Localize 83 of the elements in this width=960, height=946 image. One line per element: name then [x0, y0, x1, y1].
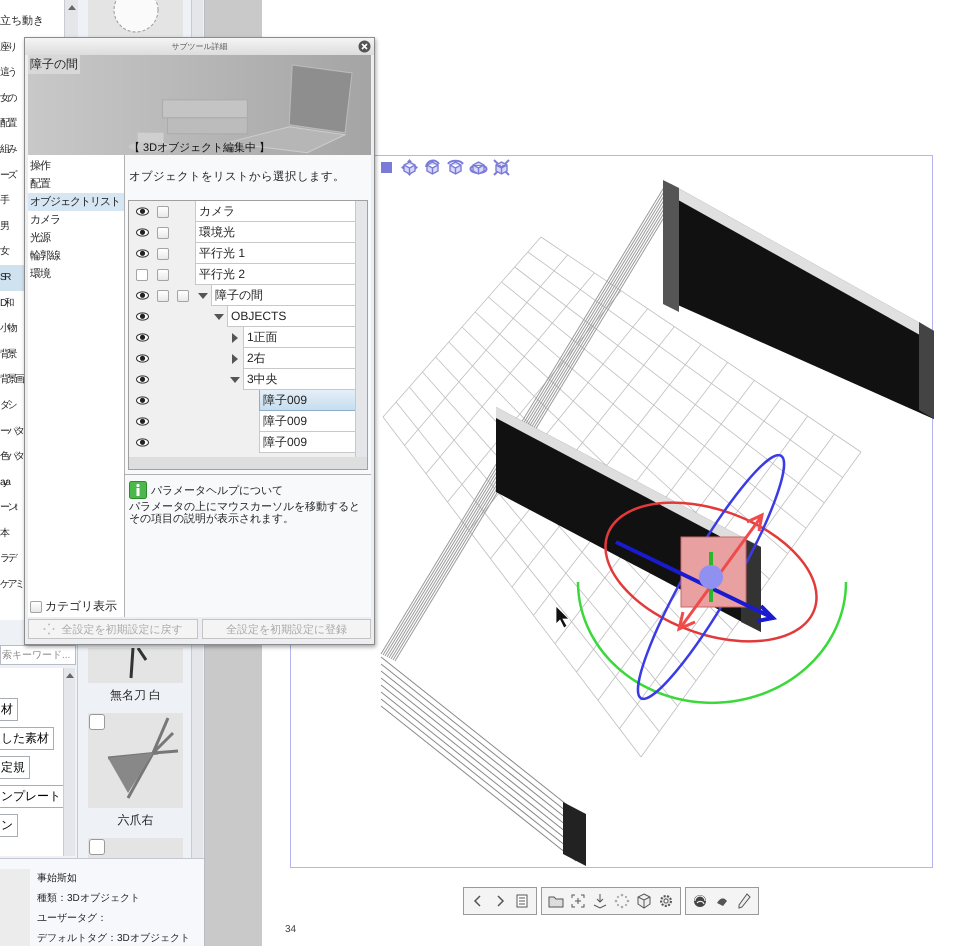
blade-drawing — [130, 648, 148, 680]
rotate-cube-icon[interactable] — [423, 158, 442, 177]
material-folder-button[interactable]: 定規 — [0, 756, 30, 779]
category-item[interactable]: カメラ — [28, 211, 124, 229]
description-text: オブジェクトをリストから選択します。 — [129, 171, 345, 183]
spinner-icon — [43, 623, 56, 635]
tree-item[interactable]: OBJECTS — [227, 306, 355, 327]
move-arrows-icon[interactable] — [400, 158, 419, 177]
eye-icon[interactable] — [136, 291, 148, 300]
tree-item[interactable]: 2右 — [243, 348, 355, 369]
tree-item[interactable]: 環境光 — [195, 222, 355, 243]
material-thumbnail[interactable] — [88, 713, 183, 808]
category-item[interactable]: 光源 — [28, 229, 124, 247]
eye-icon[interactable] — [136, 396, 148, 405]
material-thumbnail[interactable] — [88, 648, 183, 683]
checkbox[interactable] — [89, 839, 105, 855]
eye-icon[interactable] — [136, 207, 148, 216]
scroll-up-icon[interactable] — [66, 672, 74, 678]
checkbox[interactable] — [89, 714, 105, 730]
material-name: 事始斯如 — [37, 872, 78, 886]
cube-icon[interactable] — [446, 158, 465, 177]
caret-right-icon[interactable] — [230, 354, 240, 364]
preview-name: 障子の間 — [28, 55, 80, 74]
cross-cube-icon[interactable] — [492, 158, 511, 177]
eye-icon[interactable] — [136, 438, 148, 447]
search-field[interactable]: 索キーワード... — [0, 645, 76, 665]
checkbox[interactable] — [157, 226, 169, 238]
category-item[interactable]: 配置 — [28, 175, 124, 193]
scrollbar[interactable] — [355, 201, 367, 457]
checkbox[interactable] — [157, 290, 169, 302]
material-thumbnail[interactable] — [88, 838, 183, 858]
checkbox[interactable] — [157, 268, 169, 280]
scroll-up-icon[interactable] — [68, 4, 76, 10]
tree-item[interactable]: 平行光 2 — [195, 264, 355, 285]
checkbox[interactable] — [157, 206, 169, 218]
help-title: パラメータヘルプについて — [151, 484, 283, 498]
material-property: 種類：3Dオブジェクト — [37, 892, 141, 906]
material-label: 六爪右 — [116, 812, 154, 829]
checkbox[interactable] — [177, 290, 189, 302]
checkbox[interactable] — [157, 248, 169, 260]
material-property: デフォルトタグ：3Dオブジェクト — [37, 932, 190, 946]
tree-item[interactable]: 障子009 — [259, 432, 355, 453]
close-button[interactable] — [358, 40, 371, 53]
caret-down-icon[interactable] — [230, 374, 240, 384]
tree-item[interactable]: 3中央 — [243, 369, 355, 390]
tree-item[interactable]: 障子の間 — [211, 285, 355, 306]
tree-item[interactable]: 障子009 — [259, 411, 355, 432]
preview-status: 【 3Dオブジェクト編集中 】 — [128, 140, 270, 155]
page-number: 34 — [284, 924, 298, 935]
eye-icon[interactable] — [136, 375, 148, 384]
caret-down-icon[interactable] — [214, 312, 224, 322]
category-item[interactable]: 立ち動き — [0, 9, 64, 35]
material-folder-button[interactable]: ンプレート — [0, 785, 63, 808]
eye-icon[interactable] — [136, 333, 148, 342]
dialog-title: サブツール詳細 — [172, 41, 228, 52]
eye-icon[interactable] — [136, 354, 148, 363]
material-thumbnail[interactable] — [88, 0, 183, 37]
eye-icon[interactable] — [136, 228, 148, 237]
eye-icon[interactable] — [136, 417, 148, 426]
scrollbar[interactable] — [129, 457, 367, 469]
material-folder-button[interactable]: ン — [0, 814, 18, 837]
tree-item[interactable]: 障子009 — [259, 390, 355, 411]
caret-right-icon[interactable] — [230, 332, 240, 342]
checkbox-label: カテゴリ表示 — [45, 598, 117, 615]
help-text: パラメータの上にマウスカーソルを移動するとその項目の説明が表示されます。 — [129, 501, 361, 525]
material-property: ユーザータグ： — [37, 912, 108, 926]
caret-down-icon[interactable] — [198, 290, 208, 300]
material-folder-button[interactable]: 材 — [0, 698, 18, 721]
category-item[interactable]: オブジェクトリスト — [28, 193, 124, 211]
info-icon — [129, 481, 147, 499]
category-item[interactable]: 操作 — [28, 157, 124, 175]
mouse-cursor-icon — [556, 605, 570, 629]
eye-icon[interactable] — [136, 249, 148, 258]
tree-item[interactable]: 1正面 — [243, 327, 355, 348]
tree-item[interactable]: カメラ — [195, 201, 355, 222]
material-label: 無名刀 白 — [108, 687, 162, 704]
scrollbar[interactable] — [63, 668, 75, 856]
category-item[interactable]: 環境 — [28, 265, 124, 283]
material-folder-button[interactable]: した素材 — [0, 727, 54, 750]
eye-icon[interactable] — [136, 312, 148, 321]
checkbox[interactable] — [30, 600, 42, 612]
category-item[interactable]: 輪郭線 — [28, 247, 124, 265]
tree-item[interactable]: 平行光 1 — [195, 243, 355, 264]
